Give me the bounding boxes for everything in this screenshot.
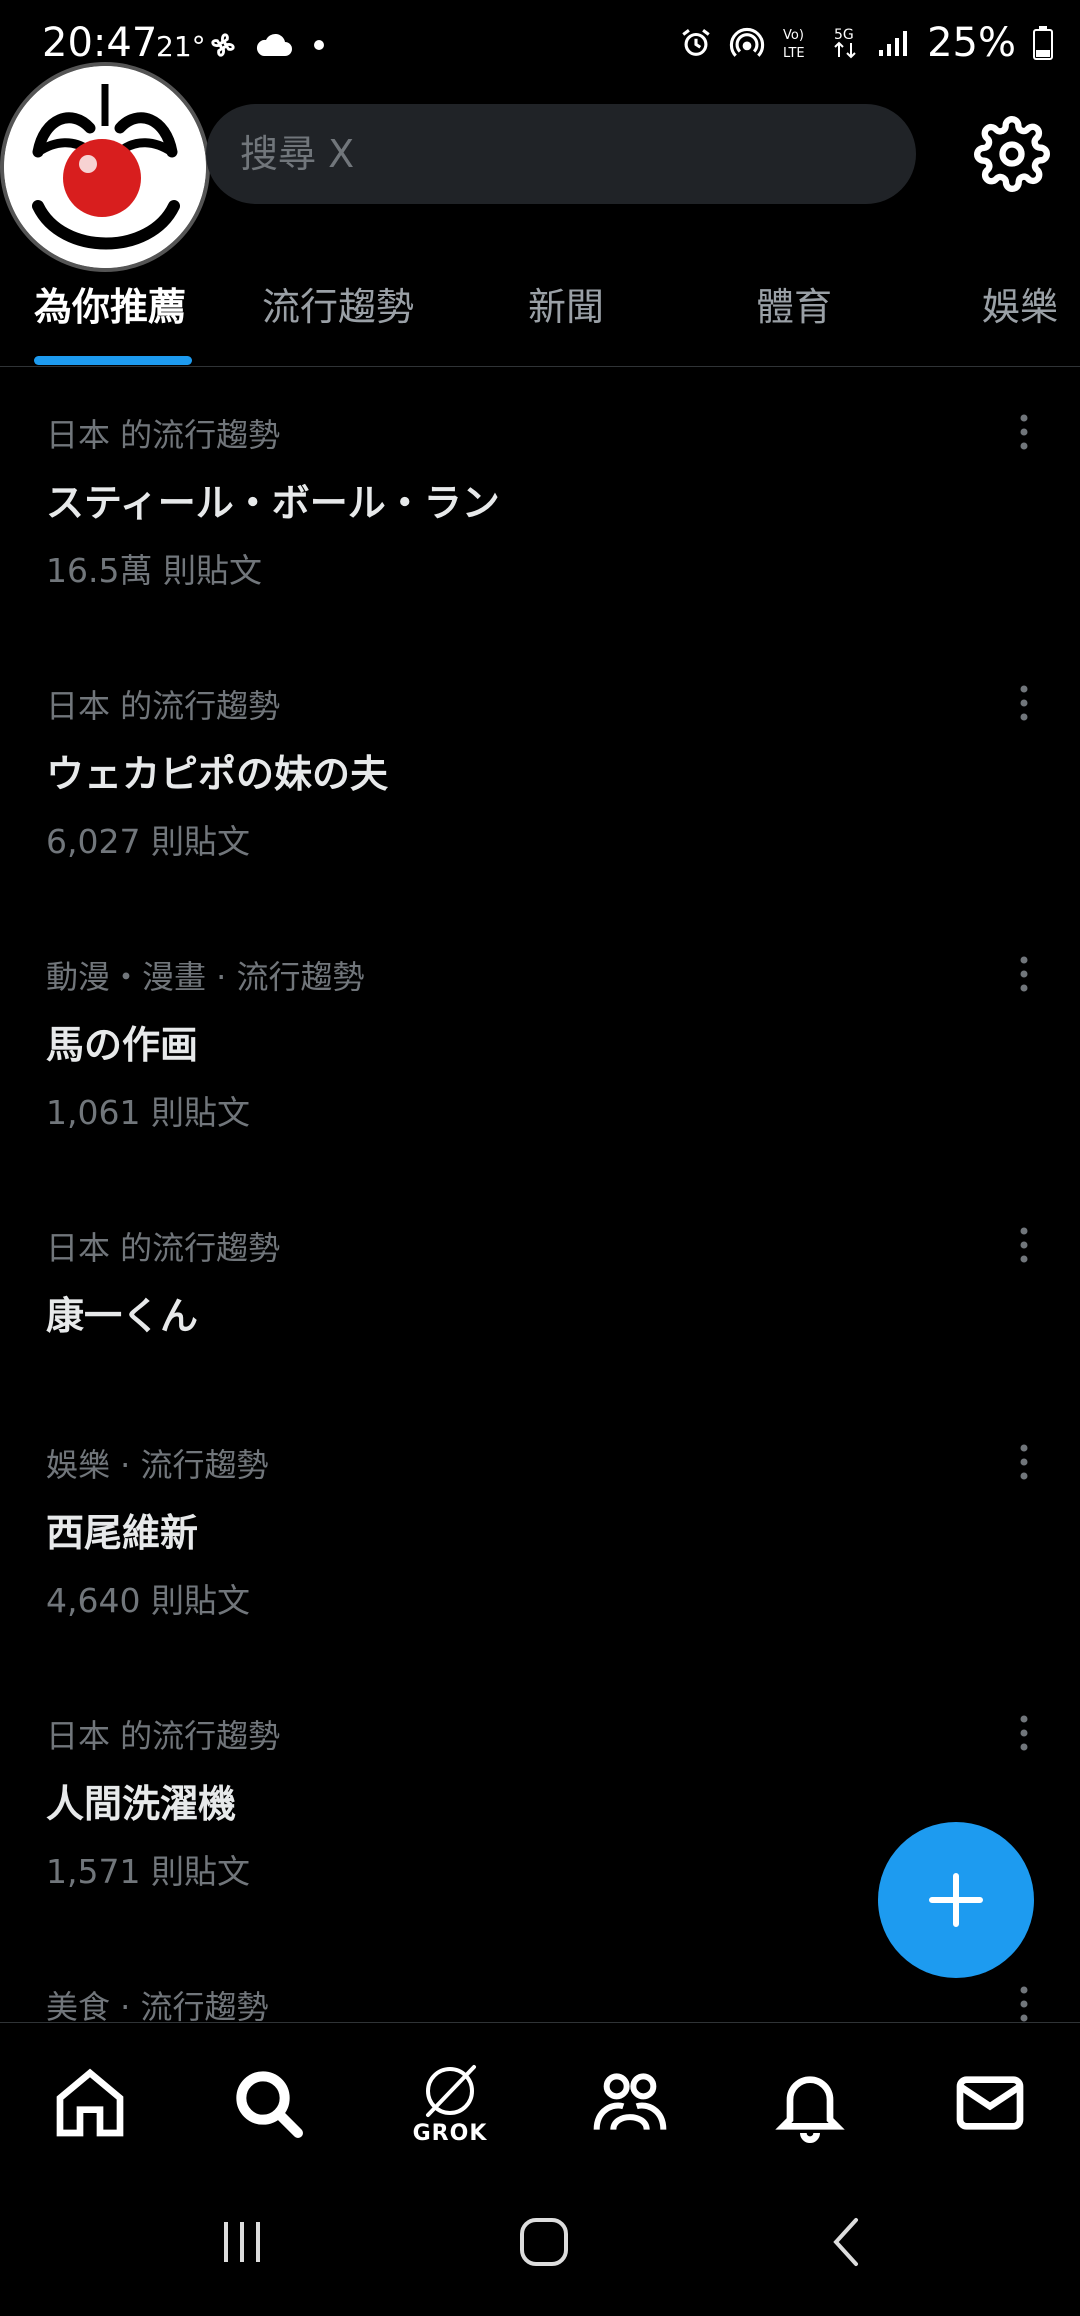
- profile-avatar[interactable]: [0, 62, 210, 272]
- search-bar[interactable]: [206, 104, 916, 204]
- 5g-icon: 5G: [834, 27, 856, 59]
- trend-context: 日本 的流行趨勢: [46, 1229, 281, 1267]
- trend-title: スティール・ボール・ラン: [46, 481, 500, 525]
- more-options-icon[interactable]: [1008, 1223, 1040, 1267]
- svg-text:5G: 5G: [834, 27, 854, 43]
- settings-button[interactable]: [974, 116, 1050, 192]
- trend-title: 人間洗濯機: [46, 1782, 237, 1826]
- trend-context: 娛樂 · 流行趨勢: [46, 1446, 269, 1484]
- nav-grok[interactable]: GROK: [410, 2063, 490, 2146]
- nav-explore[interactable]: [228, 2063, 308, 2143]
- more-options-icon[interactable]: [1008, 1440, 1040, 1484]
- tab-news[interactable]: 新聞: [528, 276, 604, 331]
- status-left-icons: [206, 28, 330, 62]
- gear-icon: [974, 116, 1050, 192]
- home-button-icon[interactable]: [516, 2214, 572, 2270]
- hotspot-icon: [729, 27, 765, 57]
- tab-trending[interactable]: 流行趨勢: [262, 276, 414, 331]
- system-navigation-bar: [0, 2172, 1080, 2316]
- svg-text:Vo): Vo): [783, 28, 804, 43]
- search-input[interactable]: [238, 131, 916, 177]
- back-icon[interactable]: [826, 2216, 866, 2268]
- more-options-icon[interactable]: [1008, 952, 1040, 996]
- active-tab-indicator: [34, 356, 192, 365]
- trend-post-count: 16.5萬 則貼文: [46, 551, 262, 590]
- messages-icon: [956, 2076, 1024, 2130]
- trend-context: 日本 的流行趨勢: [46, 687, 281, 725]
- compose-post-button[interactable]: [878, 1822, 1034, 1978]
- fan-icon: [211, 33, 235, 57]
- status-time: 20:47: [42, 20, 158, 66]
- trend-post-count: 1,061 則貼文: [46, 1093, 250, 1132]
- trend-context: 動漫・漫畫 · 流行趨勢: [46, 958, 365, 996]
- plus-icon: [929, 1873, 983, 1927]
- home-icon: [56, 2068, 124, 2137]
- status-right-icons: Vo) LTE 5G 25%: [679, 20, 1054, 66]
- more-options-icon[interactable]: [1008, 410, 1040, 454]
- notification-dot-icon: [314, 40, 324, 50]
- trend-title: 西尾維新: [46, 1511, 199, 1555]
- trend-context: 日本 的流行趨勢: [46, 416, 281, 454]
- tab-entertainment[interactable]: 娛樂: [982, 276, 1058, 331]
- volte-icon: Vo) LTE: [783, 28, 805, 61]
- recent-apps-icon[interactable]: [216, 2216, 268, 2268]
- trend-post-count: 1,571 則貼文: [46, 1852, 250, 1891]
- explore-tabs: 為你推薦 流行趨勢 新聞 體育 娛樂: [0, 250, 1080, 367]
- nav-notifications[interactable]: [770, 2063, 850, 2143]
- battery-percent: 25%: [927, 20, 1016, 66]
- notifications-icon: [775, 2076, 845, 2143]
- trend-context: 日本 的流行趨勢: [46, 1717, 281, 1755]
- signal-icon: [879, 31, 908, 56]
- more-options-icon[interactable]: [1008, 1711, 1040, 1755]
- bottom-navigation: GROK: [0, 2022, 1080, 2173]
- trend-title: 馬の作画: [46, 1023, 199, 1067]
- nav-communities[interactable]: [590, 2063, 670, 2143]
- svg-text:LTE: LTE: [783, 46, 805, 61]
- clown-face-icon: [4, 66, 206, 268]
- battery-icon: [1033, 26, 1053, 60]
- trend-post-count: 6,027 則貼文: [46, 822, 250, 861]
- alarm-icon: [682, 29, 710, 56]
- nav-home[interactable]: [50, 2063, 130, 2143]
- more-options-icon[interactable]: [1008, 1982, 1040, 2026]
- cloud-icon: [256, 33, 292, 56]
- communities-icon: [593, 2073, 667, 2131]
- trend-title: ウェカピポの妹の夫: [46, 752, 389, 796]
- tab-for-you[interactable]: 為你推薦: [34, 276, 186, 331]
- tab-sports[interactable]: 體育: [756, 276, 832, 331]
- trend-post-count: 4,640 則貼文: [46, 1581, 250, 1620]
- grok-icon: [426, 2065, 476, 2117]
- status-temperature: 21°: [156, 30, 206, 63]
- grok-label: GROK: [412, 2121, 488, 2146]
- search-icon: [236, 2071, 303, 2138]
- nav-messages[interactable]: [950, 2063, 1030, 2143]
- more-options-icon[interactable]: [1008, 681, 1040, 725]
- trend-title: 康一くん: [46, 1294, 199, 1338]
